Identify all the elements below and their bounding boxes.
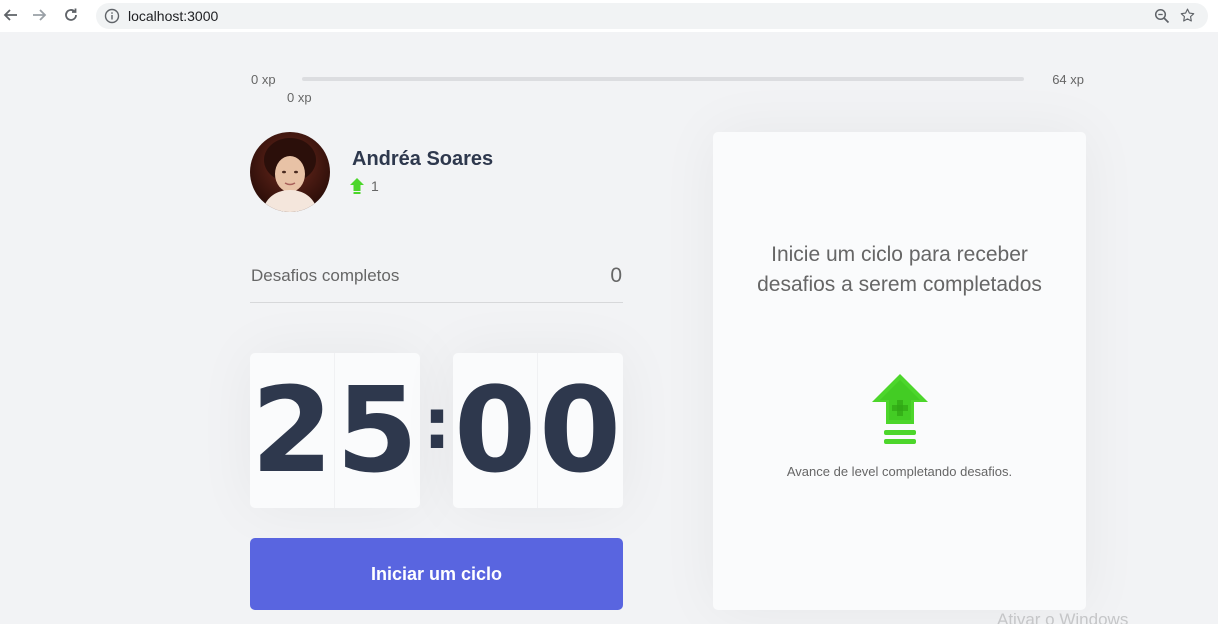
second-digit-right: 0 [538,361,622,499]
zoom-icon[interactable] [1154,8,1170,24]
completed-challenges-label: Desafios completos [251,266,400,285]
minute-digit-left: 2 [250,361,334,499]
xp-start-label: 0 xp [251,72,276,87]
time-separator: : [423,383,451,465]
info-icon[interactable] [104,8,120,24]
level-indicator: 1 [350,178,379,194]
reload-button[interactable] [60,4,82,26]
back-button[interactable] [0,4,22,26]
forward-button[interactable] [28,4,50,26]
forward-arrow-icon [33,9,47,21]
countdown-timer: 2 5 : 0 0 [250,353,623,508]
experience-bar: 0 xp 64 xp 0 xp [250,66,1086,106]
url-text: localhost:3000 [128,8,219,24]
xp-end-label: 64 xp [1052,72,1084,87]
seconds-card: 0 0 [453,353,623,508]
second-digit-left: 0 [453,361,537,499]
address-bar[interactable]: localhost:3000 [96,3,1208,29]
minutes-card: 2 5 [250,353,420,508]
avatar [250,132,330,212]
user-name: Andréa Soares [352,148,494,170]
level-up-icon [872,374,928,444]
completed-challenges: Desafios completos 0 [250,258,623,303]
xp-current-label: 0 xp [287,90,312,105]
level-number: 1 [371,178,379,194]
bookmark-star-icon[interactable] [1179,7,1196,24]
challenge-box-title: Inicie um ciclo para receber desafios a … [757,243,1042,296]
windows-watermark: Ativar o Windows [997,610,1129,624]
reload-icon [65,8,77,21]
level-up-arrow-icon [350,178,364,194]
xp-progress-track [302,77,1024,81]
browser-toolbar: localhost:3000 [0,0,1218,32]
completed-challenges-count: 0 [610,264,622,287]
minute-digit-right: 5 [335,361,419,499]
challenge-box-hint: Avance de level completando desafios. [786,464,1013,479]
challenge-box: Inicie um ciclo para receber desafios a … [713,132,1086,610]
back-arrow-icon [3,9,17,21]
profile: Andréa Soares 1 [250,132,630,212]
start-cycle-button[interactable]: Iniciar um ciclo [250,538,623,610]
avatar-photo-icon [250,132,330,212]
